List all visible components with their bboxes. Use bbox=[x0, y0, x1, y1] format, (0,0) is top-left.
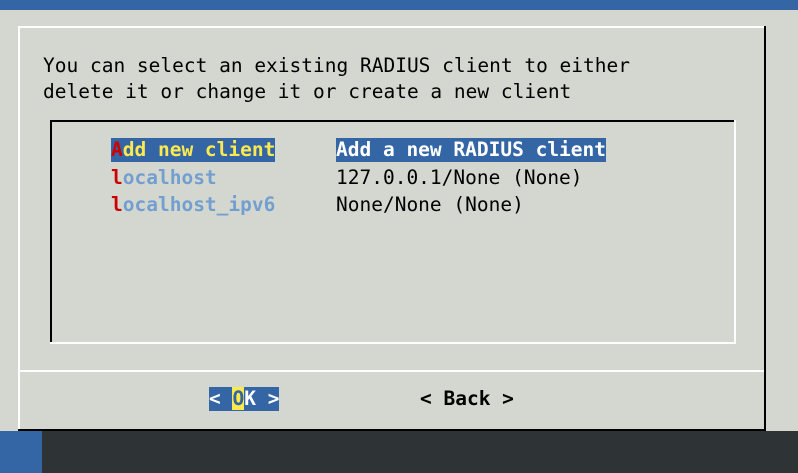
menu-item-tag-rest: ocalhost bbox=[122, 166, 217, 189]
menu-item-description: 127.0.0.1/None (None) bbox=[336, 166, 583, 189]
ok-button-rest: K bbox=[244, 387, 256, 410]
ok-button-suffix: > bbox=[255, 387, 280, 410]
menu-item-tag-rest: ocalhost_ipv6 bbox=[122, 193, 276, 216]
menu-item-tag: localhost_ipv6 bbox=[111, 193, 275, 217]
dialog-shadow bbox=[42, 431, 798, 473]
dialog-border-right bbox=[764, 26, 766, 431]
menu-item-tag: localhost bbox=[111, 166, 217, 190]
menu-item-description: None/None (None) bbox=[336, 193, 524, 216]
menu-item-tag: Add new client bbox=[111, 138, 276, 162]
dialog-prompt: You can select an existing RADIUS client… bbox=[43, 53, 630, 105]
menu-item-add-new-client[interactable]: Add new client Add a new RADIUS client bbox=[111, 138, 607, 162]
dialog-border-bottom bbox=[18, 429, 766, 431]
ok-button[interactable]: < OK > bbox=[209, 387, 280, 411]
menu-item-hotkey: l bbox=[111, 193, 123, 216]
ok-button-hotkey: O bbox=[232, 387, 245, 410]
menu-border-top bbox=[50, 120, 736, 122]
menu-item-tag-rest: dd new client bbox=[122, 138, 276, 161]
back-button[interactable]: < Back > bbox=[420, 387, 514, 411]
ok-button-prefix: < bbox=[209, 387, 233, 410]
menu-border-bottom bbox=[50, 342, 736, 344]
prompt-line-1: You can select an existing RADIUS client… bbox=[43, 54, 630, 77]
menu-item-hotkey: l bbox=[111, 166, 123, 189]
prompt-line-2: delete it or change it or create a new c… bbox=[43, 80, 572, 103]
menu-item-description: Add a new RADIUS client bbox=[336, 138, 607, 162]
dialog-border-top bbox=[18, 26, 766, 28]
button-area-separator bbox=[20, 370, 764, 372]
menu-border-right bbox=[734, 120, 736, 344]
menu-item-localhost[interactable]: localhost 127.0.0.1/None (None) bbox=[111, 166, 583, 190]
menu-border-left bbox=[50, 120, 52, 344]
menu-item-hotkey: A bbox=[111, 138, 123, 161]
menu-item-localhost-ipv6[interactable]: localhost_ipv6 None/None (None) bbox=[111, 193, 524, 217]
